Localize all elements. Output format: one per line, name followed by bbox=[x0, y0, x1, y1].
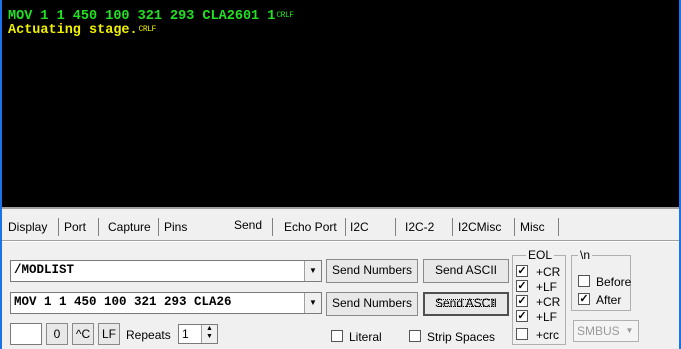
lf-button[interactable]: LF bbox=[98, 323, 120, 345]
tab-port[interactable]: Port bbox=[64, 216, 86, 238]
tab-separator bbox=[514, 218, 515, 236]
terminal-line-2: Actuating stage.CRLF bbox=[8, 23, 156, 38]
tab-i2cmisc[interactable]: I2CMisc bbox=[458, 216, 501, 238]
control-panel: Display Port Capture Pins Send Echo Port… bbox=[2, 207, 679, 349]
eol-cr-checkbox-2[interactable]: ✓ bbox=[516, 295, 528, 307]
strip-spaces-label: Strip Spaces bbox=[427, 330, 496, 344]
send-string-2-value: MOV 1 1 450 100 321 293 CLA26 bbox=[14, 295, 232, 309]
before-label: Before bbox=[596, 275, 632, 289]
tab-separator bbox=[345, 218, 346, 236]
repeats-label: Repeats bbox=[126, 328, 171, 342]
tab-i2c[interactable]: I2C bbox=[350, 216, 369, 238]
after-label: After bbox=[596, 293, 622, 307]
zero-button[interactable]: 0 bbox=[46, 323, 68, 345]
tab-separator bbox=[272, 218, 273, 236]
tab-send[interactable]: Send bbox=[234, 212, 262, 238]
chevron-down-icon[interactable]: ▼ bbox=[621, 321, 638, 341]
send-ascii-2-label: Send ASCII bbox=[434, 296, 498, 310]
tab-separator bbox=[395, 218, 396, 236]
crlf-marker: CRLF bbox=[276, 11, 294, 20]
eol-cr-label-2: +CR bbox=[536, 295, 561, 309]
send-numbers-button-2[interactable]: Send Numbers bbox=[326, 292, 418, 316]
chevron-down-icon[interactable]: ▼ bbox=[304, 261, 321, 281]
repeats-spinner[interactable]: 1 ▲ ▼ bbox=[178, 324, 218, 344]
literal-label: Literal bbox=[349, 330, 382, 344]
tab-separator bbox=[558, 218, 559, 236]
repeats-value: 1 bbox=[182, 327, 189, 341]
tab-display[interactable]: Display bbox=[8, 216, 47, 238]
before-checkbox[interactable] bbox=[578, 275, 590, 287]
strip-spaces-checkbox[interactable] bbox=[409, 330, 421, 342]
crlf-marker: CRLF bbox=[138, 25, 157, 34]
send-string-1-value: /MODLIST bbox=[14, 263, 75, 277]
eol-lf-checkbox-1[interactable]: ✓ bbox=[516, 280, 528, 292]
send-string-combo-2[interactable]: MOV 1 1 450 100 321 293 CLA26 ▼ bbox=[10, 292, 322, 314]
send-string-combo-1[interactable]: /MODLIST ▼ bbox=[10, 260, 322, 282]
chevron-down-icon[interactable]: ▼ bbox=[304, 293, 321, 313]
tab-separator bbox=[158, 218, 159, 236]
literal-checkbox[interactable] bbox=[331, 330, 343, 342]
eol-lf-label-1: +LF bbox=[536, 280, 558, 294]
eol-cr-checkbox-1[interactable]: ✓ bbox=[516, 265, 528, 277]
smbus-select[interactable]: SMBUS 8 ▼ bbox=[573, 320, 639, 342]
tab-pins[interactable]: Pins bbox=[164, 216, 187, 238]
tab-i2c-2[interactable]: I2C-2 bbox=[405, 216, 434, 238]
send-numbers-button-1[interactable]: Send Numbers bbox=[326, 259, 418, 283]
ctrl-c-button[interactable]: ^C bbox=[72, 323, 94, 345]
tab-capture[interactable]: Capture bbox=[108, 216, 151, 238]
tab-separator bbox=[58, 218, 59, 236]
tab-divider bbox=[2, 240, 679, 242]
send-ascii-button-2[interactable]: Send ASCII bbox=[423, 292, 509, 316]
eol-crc-checkbox[interactable] bbox=[516, 328, 528, 340]
eol-lf-label-2: +LF bbox=[536, 310, 558, 324]
terminal-line-1: MOV 1 1 450 100 321 293 CLA2601 1CRLF bbox=[8, 9, 294, 24]
tab-bar: Display Port Capture Pins Send Echo Port… bbox=[2, 212, 679, 240]
spinner-arrows-icon[interactable]: ▲ ▼ bbox=[201, 325, 217, 343]
tab-echo-port[interactable]: Echo Port bbox=[284, 216, 337, 238]
eol-title: EOL bbox=[526, 248, 555, 262]
send-ascii-button-1[interactable]: Send ASCII bbox=[423, 259, 509, 283]
newline-title: \n bbox=[578, 248, 593, 262]
number-input[interactable] bbox=[10, 323, 42, 345]
eol-lf-checkbox-2[interactable]: ✓ bbox=[516, 310, 528, 322]
tab-separator bbox=[98, 218, 99, 236]
tab-misc[interactable]: Misc bbox=[520, 216, 545, 238]
after-checkbox[interactable]: ✓ bbox=[578, 293, 590, 305]
eol-crc-label: +crc bbox=[536, 328, 560, 342]
terminal-output[interactable]: MOV 1 1 450 100 321 293 CLA2601 1CRLF Ac… bbox=[2, 0, 679, 207]
tab-separator bbox=[452, 218, 453, 236]
eol-cr-label-1: +CR bbox=[536, 265, 561, 279]
